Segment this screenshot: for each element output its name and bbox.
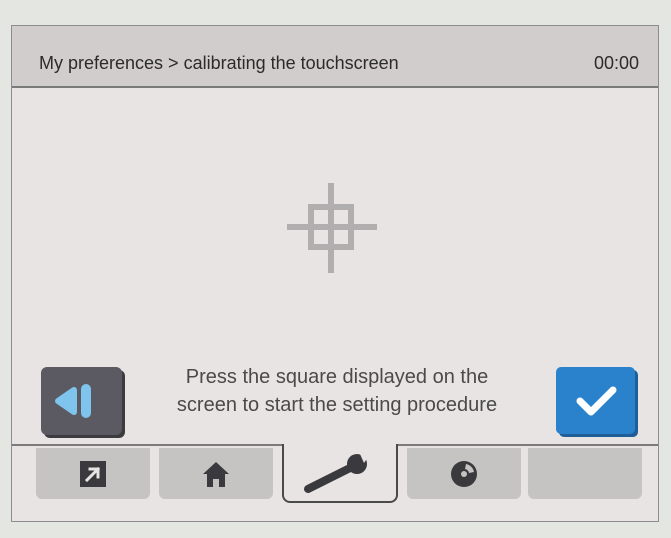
back-button[interactable] bbox=[41, 367, 122, 435]
wrench-icon bbox=[304, 453, 370, 493]
breadcrumb-title: My preferences > calibrating the touchsc… bbox=[39, 53, 399, 73]
instruction-text: Press the square displayed on the screen… bbox=[132, 363, 542, 419]
tab-media[interactable] bbox=[407, 448, 521, 499]
tab-empty[interactable] bbox=[528, 448, 642, 499]
confirm-button[interactable] bbox=[556, 367, 635, 434]
clock-display: 00:00 bbox=[593, 53, 639, 73]
checkmark-icon bbox=[576, 386, 617, 416]
tab-settings[interactable] bbox=[282, 444, 398, 503]
disc-icon bbox=[451, 460, 477, 487]
instruction-line-1: Press the square displayed on the bbox=[185, 366, 489, 388]
instruction-line-2: screen to start the setting procedure bbox=[176, 394, 498, 416]
home-icon bbox=[203, 461, 229, 487]
calibration-crosshair-icon[interactable] bbox=[287, 183, 377, 273]
shortcut-arrow-icon bbox=[80, 460, 106, 487]
tab-shortcut[interactable] bbox=[36, 448, 150, 499]
tab-home[interactable] bbox=[159, 448, 273, 499]
touchscreen-panel: My preferences > calibrating the touchsc… bbox=[11, 25, 659, 522]
back-icon bbox=[55, 384, 91, 418]
title-bar: My preferences > calibrating the touchsc… bbox=[12, 26, 658, 88]
